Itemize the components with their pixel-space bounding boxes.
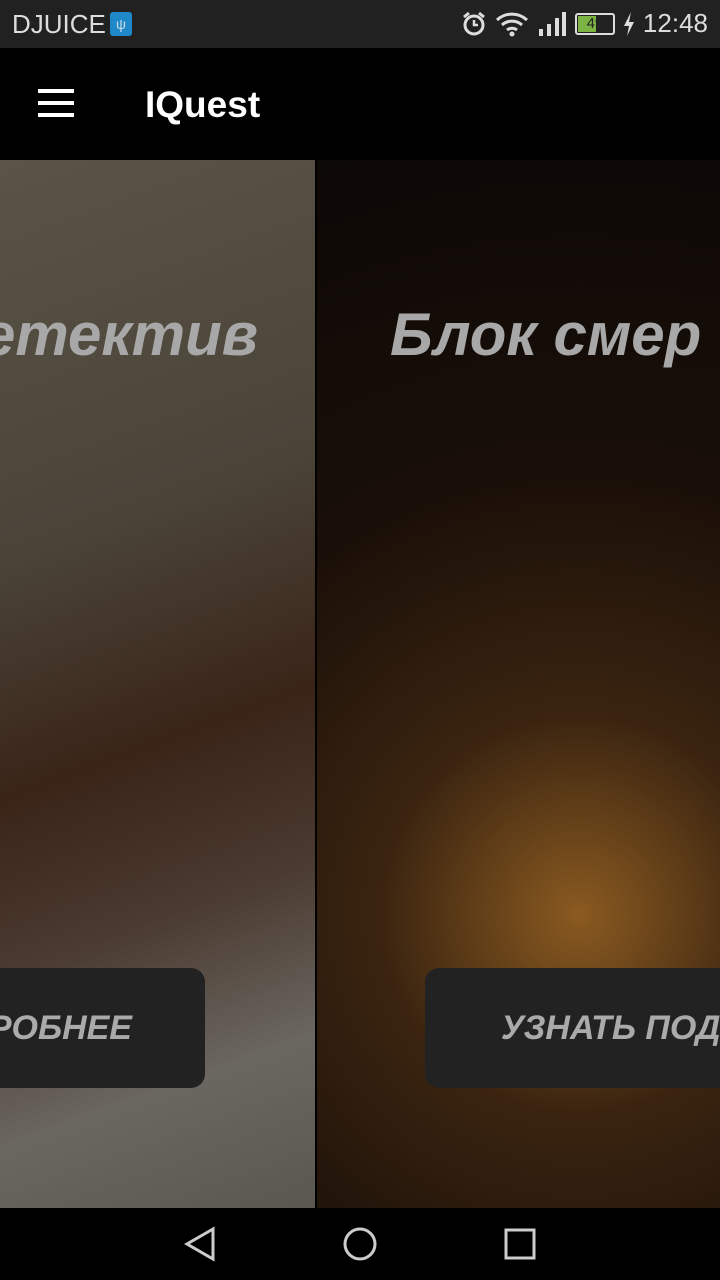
details-button-label: ПОДРОБНЕЕ: [0, 1008, 132, 1047]
wifi-icon: [495, 12, 528, 36]
quest-title: Детектив: [0, 301, 258, 368]
quest-card[interactable]: Детектив ПОДРОБНЕЕ: [0, 160, 315, 1208]
quest-title: Блок смер: [390, 301, 702, 368]
quest-carousel[interactable]: Детектив ПОДРОБНЕЕ Блок смер УЗНАТЬ ПОДР…: [0, 160, 720, 1208]
charging-icon: [623, 11, 634, 36]
clock: 12:48: [642, 8, 708, 38]
menu-icon[interactable]: [38, 89, 74, 117]
back-icon[interactable]: [182, 1226, 218, 1267]
navigation-bar: [0, 1208, 720, 1280]
battery-icon: 49: [574, 12, 615, 35]
app-title: IQuest: [145, 84, 261, 125]
details-button-label: УЗНАТЬ ПОДРОБНЕЕ: [501, 1008, 720, 1047]
details-button[interactable]: УЗНАТЬ ПОДРОБНЕЕ: [425, 968, 720, 1088]
alarm-icon: [462, 11, 485, 35]
carrier-name: DJUICE: [12, 9, 106, 39]
quest-card[interactable]: Блок смер УЗНАТЬ ПОДРОБНЕЕ: [317, 160, 720, 1208]
signal-icon: [538, 11, 566, 36]
recents-icon[interactable]: [503, 1226, 537, 1267]
details-button[interactable]: ПОДРОБНЕЕ: [0, 968, 205, 1088]
app-bar: IQuest: [0, 48, 720, 160]
battery-level: 49: [586, 14, 604, 32]
usb-icon: ψ: [110, 12, 132, 36]
home-icon[interactable]: [342, 1226, 378, 1267]
status-bar: DJUICE ψ 49 12:48: [0, 0, 720, 48]
